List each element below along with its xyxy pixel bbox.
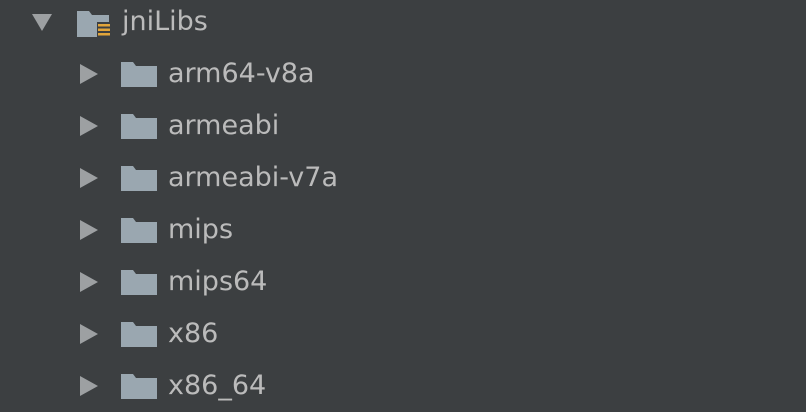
tree-row-x86-64[interactable]: x86_64: [0, 360, 806, 412]
tree-row-label: armeabi-v7a: [168, 162, 338, 193]
folder-icon: [121, 374, 157, 399]
collapse-arrow-icon[interactable]: [32, 14, 52, 31]
folder-icon: [121, 218, 157, 243]
tree-row-armeabi-v7a[interactable]: armeabi-v7a: [0, 152, 806, 204]
folder-icon: [121, 114, 157, 139]
tree-row-label: armeabi: [168, 110, 280, 141]
tree-row-x86[interactable]: x86: [0, 308, 806, 360]
folder-icon: [121, 62, 157, 87]
expand-arrow-icon[interactable]: [80, 324, 98, 344]
tree-row-label: jniLibs: [122, 6, 208, 37]
expand-arrow-icon[interactable]: [80, 376, 98, 396]
tree-row-label: mips: [168, 214, 234, 245]
expand-arrow-icon[interactable]: [80, 272, 98, 292]
folder-icon: [121, 322, 157, 347]
expand-arrow-icon[interactable]: [80, 168, 98, 188]
folder-icon: [121, 270, 157, 295]
tree-row-mips64[interactable]: mips64: [0, 256, 806, 308]
tree-row-arm64-v8a[interactable]: arm64-v8a: [0, 48, 806, 100]
expand-arrow-icon[interactable]: [80, 64, 98, 84]
tree-row-label: x86_64: [168, 370, 267, 401]
expand-arrow-icon[interactable]: [80, 220, 98, 240]
folder-icon: [121, 166, 157, 191]
project-tree: jniLibs arm64-v8a armeabi armeabi-v7a mi…: [0, 0, 806, 412]
tree-row-label: arm64-v8a: [168, 58, 315, 89]
tree-row-mips[interactable]: mips: [0, 204, 806, 256]
resource-folder-icon: [77, 11, 111, 38]
tree-row-armeabi[interactable]: armeabi: [0, 100, 806, 152]
tree-row-label: mips64: [168, 266, 268, 297]
tree-row-jnilibs[interactable]: jniLibs: [0, 0, 806, 48]
expand-arrow-icon[interactable]: [80, 116, 98, 136]
tree-row-label: x86: [168, 318, 219, 349]
